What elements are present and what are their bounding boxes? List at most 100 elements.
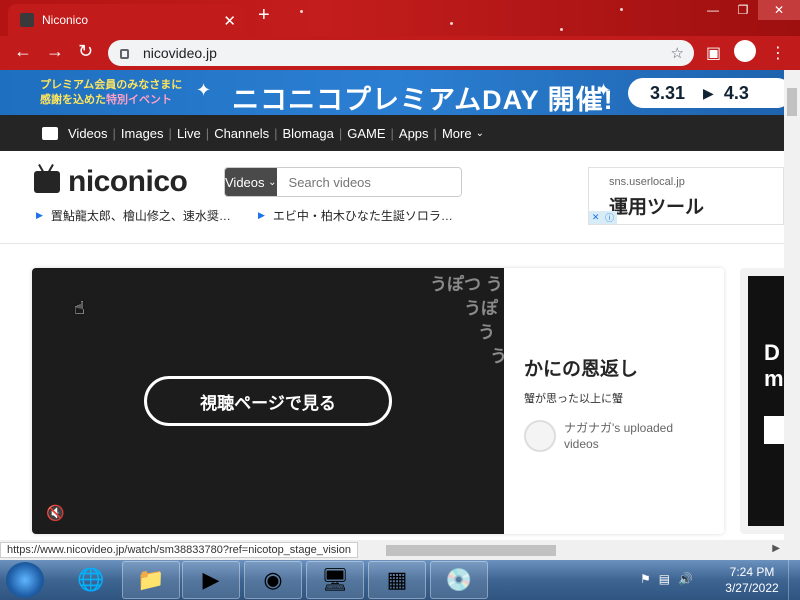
tab-close-icon[interactable]: ✕	[223, 12, 236, 30]
clock-time: 7:24 PM	[729, 565, 775, 579]
premium-day-banner[interactable]: プレミアム会員のみなさまに 感謝を込めた特別イベント ✦ ニコニコプレミアムDA…	[0, 70, 784, 115]
search-input[interactable]	[276, 168, 461, 196]
windows-taskbar: 🌐 📁 ▶ ◉ 🖥 ▦ 💿 ⚑ ▤ 🔊 7:24 PM 3/27/2022	[0, 560, 800, 600]
next-stage-preview: D m	[748, 276, 784, 526]
remote-desktop-icon[interactable]: 🖥	[306, 561, 364, 599]
close-window-icon[interactable]: ✕	[758, 0, 800, 20]
date-start: 3.31	[650, 82, 686, 103]
show-desktop-button[interactable]	[788, 560, 800, 600]
start-button[interactable]	[6, 562, 44, 598]
chrome-icon[interactable]: ◉	[244, 561, 302, 599]
browser-tab[interactable]: Niconico ✕	[8, 4, 246, 36]
sparkle-icon: ✦	[196, 80, 212, 100]
uploader-avatar	[524, 420, 556, 452]
taskbar-clock[interactable]: 7:24 PM 3/27/2022	[722, 564, 782, 596]
search-category-select[interactable]: Videos ⌄	[225, 168, 277, 196]
mute-icon[interactable]: 🔇	[46, 504, 65, 522]
nav-item-images[interactable]: Images	[121, 126, 164, 141]
banner-dates: 3.31 ▶ 4.3	[628, 78, 784, 108]
video-title[interactable]: かにの恩返し	[524, 354, 638, 381]
back-arrow-icon[interactable]: ←	[14, 41, 32, 62]
volume-icon[interactable]: 🔊	[678, 572, 693, 586]
niconico-favicon-icon	[20, 13, 34, 27]
trend-link[interactable]: ▶ 置鮎龍太郎、檜山修之、速水奨…	[36, 207, 231, 224]
site-header: niconico Videos ⌄ ⌕ ▶ 置鮎龍太郎、檜山修之、速水奨… ▶ …	[0, 151, 784, 244]
nav-item-blomaga[interactable]: Blomaga	[283, 126, 334, 141]
menu-kebab-icon[interactable]: ⋮	[770, 43, 786, 63]
status-bar: https://www.nicovideo.jp/watch/sm3883378…	[0, 540, 800, 560]
adchoices-icon[interactable]: ✕ ⓘ	[589, 211, 617, 224]
address-bar[interactable]: nicovideo.jp ☆	[108, 40, 694, 66]
nav-separator: |	[338, 125, 343, 141]
uploader-link[interactable]: ナガナガ's uploaded videos	[524, 420, 704, 452]
nav-item-game[interactable]: GAME	[347, 126, 385, 141]
triangle-right-icon: ▶	[258, 210, 265, 220]
network-icon[interactable]: ▤	[659, 572, 670, 586]
banner-subtitle: プレミアム会員のみなさまに 感謝を込めた特別イベント	[40, 78, 182, 108]
lock-icon	[120, 49, 129, 59]
status-url: https://www.nicovideo.jp/watch/sm3883378…	[0, 542, 358, 558]
nav-item-live[interactable]: Live	[177, 126, 201, 141]
vertical-scrollbar[interactable]	[784, 70, 800, 540]
maximize-icon[interactable]: ❐	[728, 0, 758, 20]
banner-line1: プレミアム会員のみなさまに	[40, 79, 183, 91]
decor-sparkle	[560, 28, 563, 31]
global-nav: Videos | Images | Live | Channels | Blomaga |…	[0, 115, 784, 151]
forward-arrow-icon[interactable]: →	[46, 41, 64, 62]
niconico-logo[interactable]: niconico	[34, 165, 188, 199]
nav-item-channels[interactable]: Channels	[214, 126, 269, 141]
horizontal-scrollbar-thumb[interactable]	[386, 545, 556, 556]
trend-text: エビ中・柏木ひなた生誕ソロラ…	[272, 209, 453, 223]
niconico-tv-icon[interactable]	[42, 126, 58, 140]
watch-page-button[interactable]: 視聴ページで見る	[144, 376, 392, 426]
nav-item-apps[interactable]: Apps	[399, 126, 429, 141]
browser-titlebar: Niconico ✕ + — ❐ ✕	[0, 0, 800, 36]
profile-avatar-icon[interactable]	[734, 40, 756, 62]
nav-item-more[interactable]: More	[442, 126, 472, 141]
chevron-down-icon: ⌄	[268, 176, 277, 188]
date-arrow-icon: ▶	[703, 84, 714, 101]
date-end: 4.3	[723, 82, 749, 103]
decor-sparkle	[450, 22, 453, 25]
window-controls: — ❐ ✕	[698, 0, 800, 20]
nav-separator: |	[112, 125, 116, 141]
control-panel-icon[interactable]: ▦	[368, 561, 426, 599]
address-text: nicovideo.jp	[143, 45, 217, 61]
minimize-icon[interactable]: —	[698, 0, 728, 20]
nav-item-videos[interactable]: Videos	[68, 126, 108, 141]
reload-icon[interactable]: ↻	[78, 41, 93, 62]
side-card-text: D	[764, 340, 780, 365]
file-explorer-icon[interactable]: 📁	[122, 561, 180, 599]
logo-text: niconico	[68, 165, 188, 198]
danmaku-comment: うぽつ う	[430, 275, 503, 294]
trend-link[interactable]: ▶ エビ中・柏木ひなた生誕ソロラ…	[258, 207, 453, 224]
danmaku-comment: うぽ	[464, 299, 498, 318]
banner-line2a: 感謝を込めた	[40, 94, 106, 106]
extensions-icon[interactable]: ▣	[706, 43, 721, 63]
system-tray: ⚑ ▤ 🔊	[640, 572, 693, 586]
triangle-right-icon: ▶	[36, 210, 43, 220]
chevron-down-icon[interactable]: ⌄	[476, 128, 484, 139]
install-disk-icon[interactable]: 💿	[430, 561, 488, 599]
page-viewport: プレミアム会員のみなさまに 感謝を込めた特別イベント ✦ ニコニコプレミアムDA…	[0, 70, 784, 540]
video-description: 蟹が思った以上に蟹	[524, 393, 623, 405]
ad-domain: sns.userlocal.jp	[609, 176, 685, 188]
scrollbar-thumb[interactable]	[787, 88, 797, 116]
action-center-flag-icon[interactable]: ⚑	[640, 572, 651, 586]
video-player[interactable]: うぽつ う うぽ う う 視聴ページで見る 🔇	[32, 268, 507, 534]
tab-title: Niconico	[42, 13, 89, 27]
decor-sparkle	[300, 10, 303, 13]
scroll-right-icon[interactable]: ▶	[772, 543, 780, 554]
decor-sparkle	[620, 8, 623, 11]
next-stage-card[interactable]: D m	[740, 268, 784, 534]
uploader-text: ナガナガ's uploaded videos	[564, 421, 674, 451]
video-info: かにの恩返し 蟹が思った以上に蟹 ナガナガ's uploaded videos	[504, 268, 724, 534]
advertisement[interactable]: sns.userlocal.jp 運用ツール ✕ ⓘ	[588, 167, 784, 225]
search-box: Videos ⌄ ⌕	[224, 167, 462, 197]
new-tab-button[interactable]: +	[258, 4, 270, 27]
media-player-icon[interactable]: ▶	[182, 561, 240, 599]
bookmark-star-icon[interactable]: ☆	[671, 44, 684, 62]
danmaku-comment: う	[478, 323, 495, 342]
internet-explorer-icon[interactable]: 🌐	[62, 561, 120, 599]
side-card-text: m	[764, 366, 784, 391]
